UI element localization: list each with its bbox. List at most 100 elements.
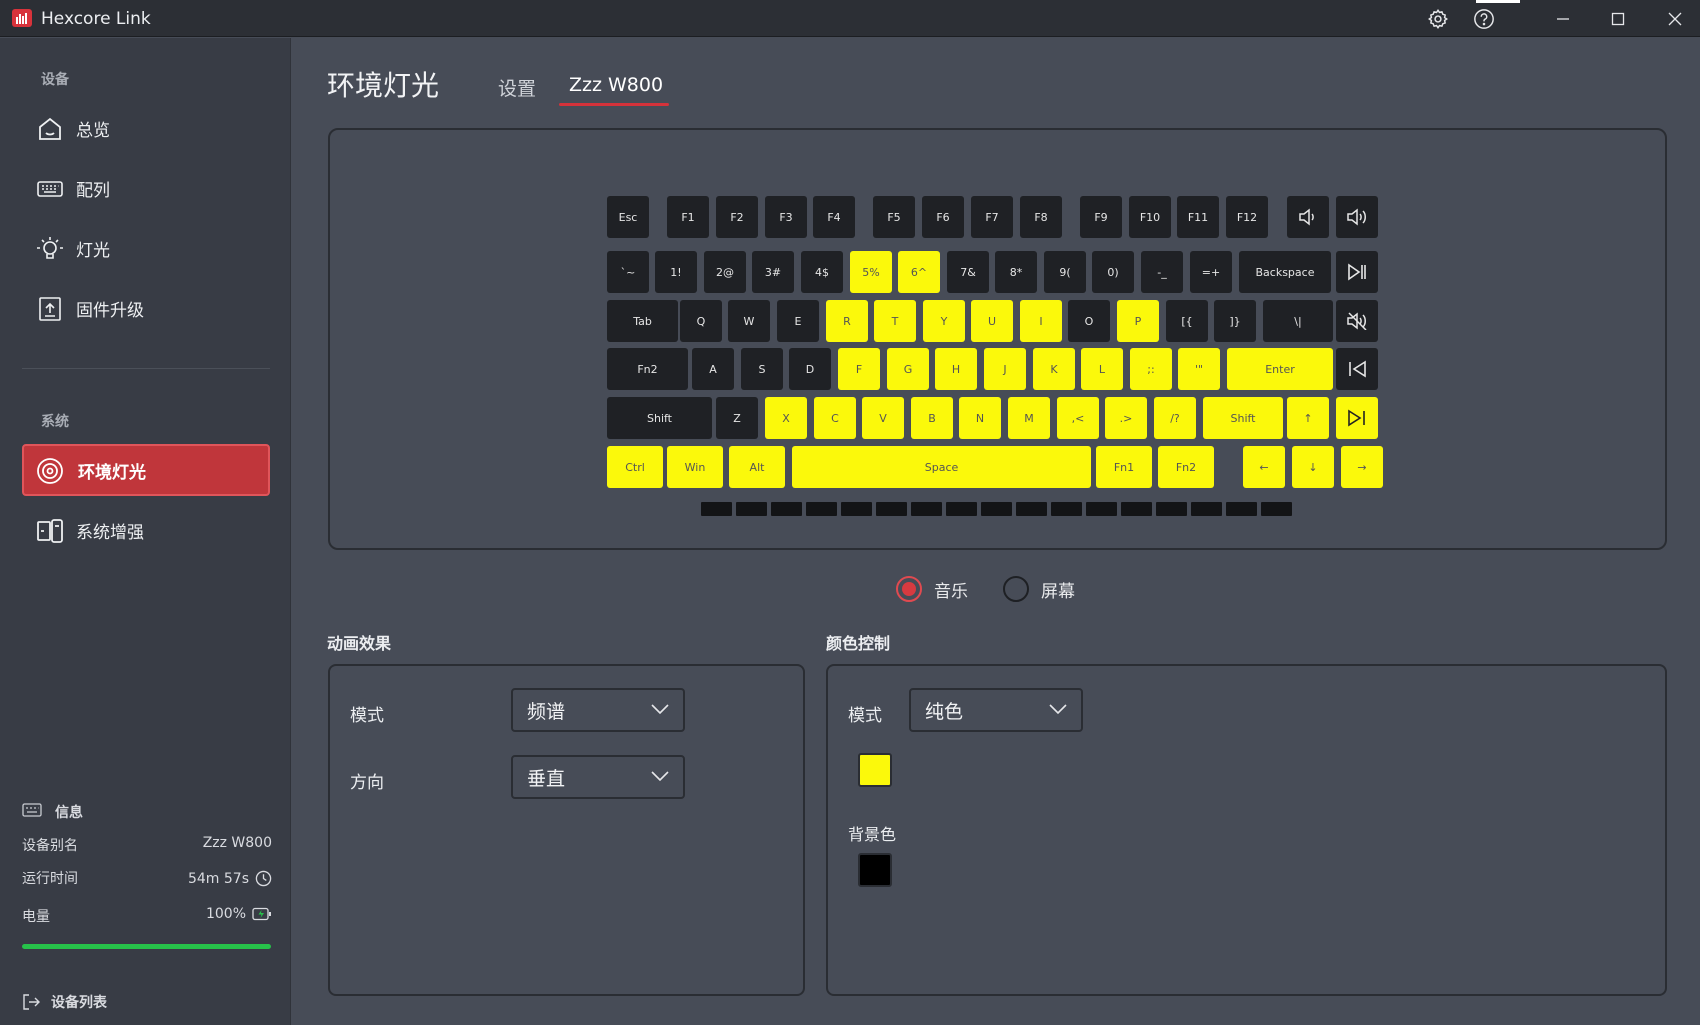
help-icon[interactable] bbox=[1473, 8, 1495, 30]
key[interactable]: 2@ bbox=[704, 251, 746, 293]
key[interactable]: Fn2 bbox=[607, 348, 688, 390]
key[interactable]: F10 bbox=[1129, 196, 1171, 238]
key[interactable]: '" bbox=[1178, 348, 1220, 390]
key[interactable]: 7& bbox=[947, 251, 989, 293]
key[interactable]: Z bbox=[716, 397, 758, 439]
key[interactable]: X bbox=[765, 397, 807, 439]
key[interactable]: 3# bbox=[752, 251, 794, 293]
key[interactable]: F4 bbox=[813, 196, 855, 238]
key[interactable]: D bbox=[789, 348, 831, 390]
key[interactable]: H bbox=[935, 348, 977, 390]
key[interactable]: =+ bbox=[1190, 251, 1232, 293]
key[interactable]: 6^ bbox=[898, 251, 940, 293]
key[interactable]: F2 bbox=[716, 196, 758, 238]
key[interactable]: F7 bbox=[971, 196, 1013, 238]
key[interactable]: ↑ bbox=[1287, 397, 1329, 439]
key[interactable]: Esc bbox=[607, 196, 649, 238]
key[interactable]: G bbox=[887, 348, 929, 390]
key[interactable]: J bbox=[984, 348, 1026, 390]
sidebar-item-lighting[interactable]: 灯光 bbox=[22, 222, 270, 274]
key[interactable]: W bbox=[728, 300, 770, 342]
key[interactable]: Alt bbox=[729, 446, 785, 488]
key[interactable]: → bbox=[1341, 446, 1383, 488]
key[interactable]: 4$ bbox=[801, 251, 843, 293]
device-list-link[interactable]: 设备列表 bbox=[51, 992, 107, 1012]
key[interactable]: C bbox=[814, 397, 856, 439]
key[interactable]: I bbox=[1020, 300, 1062, 342]
key[interactable]: Q bbox=[680, 300, 722, 342]
key[interactable]: /? bbox=[1154, 397, 1196, 439]
key[interactable]: R bbox=[826, 300, 868, 342]
source-screen-radio[interactable]: 屏幕 bbox=[1003, 576, 1075, 602]
key[interactable]: S bbox=[741, 348, 783, 390]
key-play-pause-icon[interactable] bbox=[1336, 251, 1378, 293]
key[interactable]: E bbox=[777, 300, 819, 342]
key[interactable]: T bbox=[874, 300, 916, 342]
key[interactable]: U bbox=[971, 300, 1013, 342]
key[interactable]: 8* bbox=[995, 251, 1037, 293]
key-next-icon[interactable] bbox=[1336, 397, 1378, 439]
key-mute-icon[interactable] bbox=[1336, 300, 1378, 342]
maximize-button[interactable] bbox=[1604, 6, 1632, 32]
sidebar-item-overview[interactable]: 总览 bbox=[22, 102, 270, 154]
key[interactable]: A bbox=[692, 348, 734, 390]
key[interactable]: Ctrl bbox=[607, 446, 663, 488]
key[interactable]: F6 bbox=[922, 196, 964, 238]
key[interactable]: F8 bbox=[1020, 196, 1062, 238]
key[interactable]: F11 bbox=[1177, 196, 1219, 238]
key[interactable]: Fn1 bbox=[1096, 446, 1152, 488]
key[interactable]: N bbox=[959, 397, 1001, 439]
key[interactable]: Y bbox=[923, 300, 965, 342]
key[interactable]: ,< bbox=[1057, 397, 1099, 439]
key[interactable]: Space bbox=[792, 446, 1091, 488]
key[interactable]: .> bbox=[1105, 397, 1147, 439]
key[interactable]: F9 bbox=[1080, 196, 1122, 238]
key[interactable]: `~ bbox=[607, 251, 649, 293]
key[interactable]: O bbox=[1068, 300, 1110, 342]
tab-settings[interactable]: 设置 bbox=[498, 74, 536, 101]
key[interactable]: ← bbox=[1243, 446, 1285, 488]
key[interactable]: F12 bbox=[1226, 196, 1268, 238]
sidebar-item-system-enhance[interactable]: 系统增强 bbox=[22, 504, 270, 556]
settings-gear-icon[interactable] bbox=[1427, 8, 1449, 30]
key[interactable]: Shift bbox=[607, 397, 712, 439]
key[interactable]: Tab bbox=[607, 300, 678, 342]
sidebar-item-layout[interactable]: 配列 bbox=[22, 162, 270, 214]
key[interactable]: B bbox=[911, 397, 953, 439]
key[interactable]: F3 bbox=[765, 196, 807, 238]
key[interactable]: P bbox=[1117, 300, 1159, 342]
key[interactable]: \| bbox=[1263, 300, 1333, 342]
animation-direction-select[interactable]: 垂直 bbox=[511, 755, 685, 799]
key[interactable]: K bbox=[1033, 348, 1075, 390]
key[interactable]: ]} bbox=[1214, 300, 1256, 342]
sidebar-item-ambient-light[interactable]: 环境灯光 bbox=[22, 444, 270, 496]
key[interactable]: 0) bbox=[1092, 251, 1134, 293]
key[interactable]: Win bbox=[667, 446, 723, 488]
key-vol-down-icon[interactable] bbox=[1287, 196, 1329, 238]
key[interactable]: F bbox=[838, 348, 880, 390]
key[interactable]: [{ bbox=[1166, 300, 1208, 342]
key[interactable]: Backspace bbox=[1239, 251, 1331, 293]
key-prev-icon[interactable] bbox=[1336, 348, 1378, 390]
key[interactable]: Shift bbox=[1203, 397, 1283, 439]
key[interactable]: L bbox=[1081, 348, 1123, 390]
key[interactable]: M bbox=[1008, 397, 1050, 439]
sidebar-item-firmware[interactable]: 固件升级 bbox=[22, 282, 270, 334]
key[interactable]: 5% bbox=[850, 251, 892, 293]
key[interactable]: 9( bbox=[1044, 251, 1086, 293]
color-mode-select[interactable]: 纯色 bbox=[909, 688, 1083, 732]
key[interactable]: -_ bbox=[1141, 251, 1183, 293]
key[interactable]: Enter bbox=[1227, 348, 1333, 390]
key[interactable]: Fn2 bbox=[1158, 446, 1214, 488]
minimize-button[interactable] bbox=[1549, 6, 1577, 32]
key[interactable]: 1! bbox=[655, 251, 697, 293]
key[interactable]: F1 bbox=[667, 196, 709, 238]
animation-mode-select[interactable]: 频谱 bbox=[511, 688, 685, 732]
key[interactable]: V bbox=[862, 397, 904, 439]
logout-icon[interactable] bbox=[22, 993, 40, 1011]
key[interactable]: F5 bbox=[873, 196, 915, 238]
key[interactable]: ;: bbox=[1130, 348, 1172, 390]
source-music-radio[interactable]: 音乐 bbox=[896, 576, 968, 602]
tab-device[interactable]: Zzz W800 bbox=[569, 74, 663, 96]
foreground-color-swatch[interactable] bbox=[858, 753, 892, 787]
